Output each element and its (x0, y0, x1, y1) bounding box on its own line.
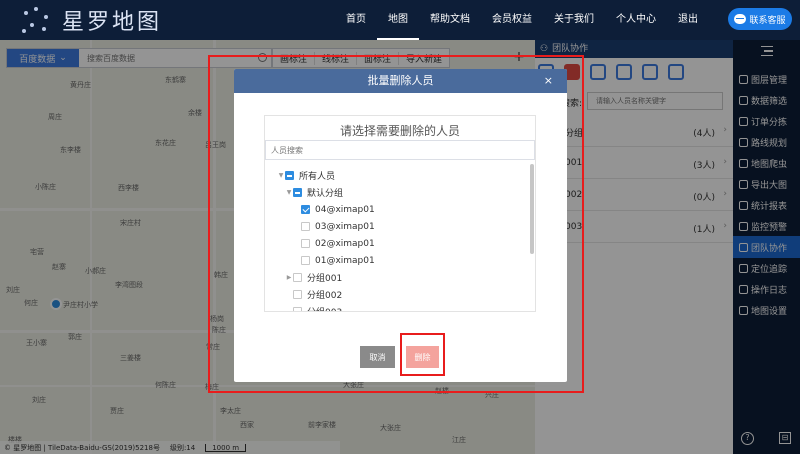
nav-item[interactable]: 退出 (667, 0, 709, 40)
nav-item[interactable]: 关于我们 (543, 0, 605, 40)
nav-item[interactable]: 个人中心 (605, 0, 667, 40)
brand-logo[interactable]: 星罗地图 (20, 4, 162, 36)
brand-name: 星罗地图 (62, 10, 163, 35)
chat-bubble-icon (734, 14, 747, 24)
nav-item[interactable]: 首页 (335, 0, 377, 40)
contact-support-label: 联系客服 (749, 15, 786, 26)
highlight-box-delete (400, 333, 445, 376)
nav-item[interactable]: 地图 (377, 0, 419, 40)
main-nav: 首页 地图 帮助文档 会员权益 关于我们 个人中心 退出 (335, 0, 709, 40)
constellation-logo-icon (20, 5, 54, 35)
highlight-box-modal (208, 55, 584, 393)
top-navbar: 星罗地图 首页 地图 帮助文档 会员权益 关于我们 个人中心 退出 联系客服 (0, 0, 800, 40)
nav-item[interactable]: 会员权益 (481, 0, 543, 40)
nav-item[interactable]: 帮助文档 (419, 0, 481, 40)
contact-support-button[interactable]: 联系客服 (728, 8, 792, 30)
